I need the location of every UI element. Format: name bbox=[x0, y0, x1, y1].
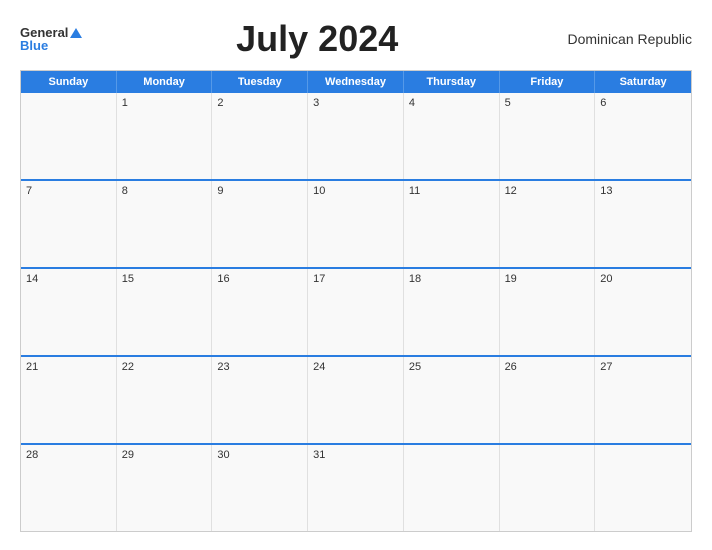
day-14: 14 bbox=[26, 273, 38, 285]
day-15: 15 bbox=[122, 273, 134, 285]
calendar-cell: 26 bbox=[500, 357, 596, 443]
header-day-tuesday: Tuesday bbox=[212, 71, 308, 93]
calendar-cell: 4 bbox=[404, 93, 500, 179]
logo: General Blue bbox=[20, 26, 82, 52]
calendar-cell: 21 bbox=[21, 357, 117, 443]
calendar-cell: 10 bbox=[308, 181, 404, 267]
header-day-wednesday: Wednesday bbox=[308, 71, 404, 93]
calendar-cell: 7 bbox=[21, 181, 117, 267]
day-3: 3 bbox=[313, 97, 319, 109]
day-28: 28 bbox=[26, 449, 38, 461]
calendar-cell: 23 bbox=[212, 357, 308, 443]
calendar-body: 1234567891011121314151617181920212223242… bbox=[21, 93, 691, 531]
day-6: 6 bbox=[600, 97, 606, 109]
calendar-cell: 9 bbox=[212, 181, 308, 267]
header-day-monday: Monday bbox=[117, 71, 213, 93]
day-23: 23 bbox=[217, 361, 229, 373]
calendar-cell: 31 bbox=[308, 445, 404, 531]
calendar: SundayMondayTuesdayWednesdayThursdayFrid… bbox=[20, 70, 692, 532]
calendar-cell: 30 bbox=[212, 445, 308, 531]
calendar-cell: 18 bbox=[404, 269, 500, 355]
week-row-2: 7 8 9 10 11 12 13 bbox=[21, 179, 691, 267]
calendar-cell: 15 bbox=[117, 269, 213, 355]
calendar-cell: 17 bbox=[308, 269, 404, 355]
header-day-friday: Friday bbox=[500, 71, 596, 93]
day-2: 2 bbox=[217, 97, 223, 109]
day-21: 21 bbox=[26, 361, 38, 373]
day-16: 16 bbox=[217, 273, 229, 285]
calendar-cell: 1 bbox=[117, 93, 213, 179]
week-row-1: 1 2 3 4 5 6 bbox=[21, 93, 691, 179]
calendar-cell: 16 bbox=[212, 269, 308, 355]
calendar-cell: 20 bbox=[595, 269, 691, 355]
week-row-4: 21 22 23 24 25 26 27 bbox=[21, 355, 691, 443]
day-11: 11 bbox=[409, 185, 420, 197]
day-17: 17 bbox=[313, 273, 325, 285]
logo-blue-text: Blue bbox=[20, 39, 48, 52]
calendar-cell: 3 bbox=[308, 93, 404, 179]
day-31: 31 bbox=[313, 449, 325, 461]
calendar-cell: 28 bbox=[21, 445, 117, 531]
calendar-cell: 8 bbox=[117, 181, 213, 267]
day-7: 7 bbox=[26, 185, 32, 197]
calendar-cell: 25 bbox=[404, 357, 500, 443]
day-18: 18 bbox=[409, 273, 421, 285]
month-title: July 2024 bbox=[82, 18, 552, 60]
header: General Blue July 2024 Dominican Republi… bbox=[20, 18, 692, 60]
week-row-5: 28 29 30 31 bbox=[21, 443, 691, 531]
day-27: 27 bbox=[600, 361, 612, 373]
header-day-thursday: Thursday bbox=[404, 71, 500, 93]
day-9: 9 bbox=[217, 185, 223, 197]
day-19: 19 bbox=[505, 273, 517, 285]
calendar-cell: 12 bbox=[500, 181, 596, 267]
day-20: 20 bbox=[600, 273, 612, 285]
day-10: 10 bbox=[313, 185, 325, 197]
day-1: 1 bbox=[122, 97, 128, 109]
calendar-cell: 22 bbox=[117, 357, 213, 443]
calendar-cell: 14 bbox=[21, 269, 117, 355]
calendar-cell: 29 bbox=[117, 445, 213, 531]
calendar-cell: 19 bbox=[500, 269, 596, 355]
calendar-cell bbox=[500, 445, 596, 531]
calendar-cell: 2 bbox=[212, 93, 308, 179]
calendar-cell bbox=[595, 445, 691, 531]
day-4: 4 bbox=[409, 97, 415, 109]
header-day-sunday: Sunday bbox=[21, 71, 117, 93]
day-25: 25 bbox=[409, 361, 421, 373]
day-29: 29 bbox=[122, 449, 134, 461]
calendar-cell: 24 bbox=[308, 357, 404, 443]
calendar-cell: 27 bbox=[595, 357, 691, 443]
day-22: 22 bbox=[122, 361, 134, 373]
header-day-saturday: Saturday bbox=[595, 71, 691, 93]
calendar-cell bbox=[21, 93, 117, 179]
day-26: 26 bbox=[505, 361, 517, 373]
day-5: 5 bbox=[505, 97, 511, 109]
day-12: 12 bbox=[505, 185, 517, 197]
week-row-3: 14 15 16 17 18 19 20 bbox=[21, 267, 691, 355]
calendar-cell: 6 bbox=[595, 93, 691, 179]
calendar-cell: 11 bbox=[404, 181, 500, 267]
calendar-header: SundayMondayTuesdayWednesdayThursdayFrid… bbox=[21, 71, 691, 93]
country-label: Dominican Republic bbox=[552, 31, 692, 47]
calendar-page: General Blue July 2024 Dominican Republi… bbox=[0, 0, 712, 550]
logo-triangle-icon bbox=[70, 28, 82, 38]
day-30: 30 bbox=[217, 449, 229, 461]
calendar-cell: 13 bbox=[595, 181, 691, 267]
day-13: 13 bbox=[600, 185, 612, 197]
day-8: 8 bbox=[122, 185, 128, 197]
calendar-cell: 5 bbox=[500, 93, 596, 179]
day-24: 24 bbox=[313, 361, 325, 373]
calendar-cell bbox=[404, 445, 500, 531]
